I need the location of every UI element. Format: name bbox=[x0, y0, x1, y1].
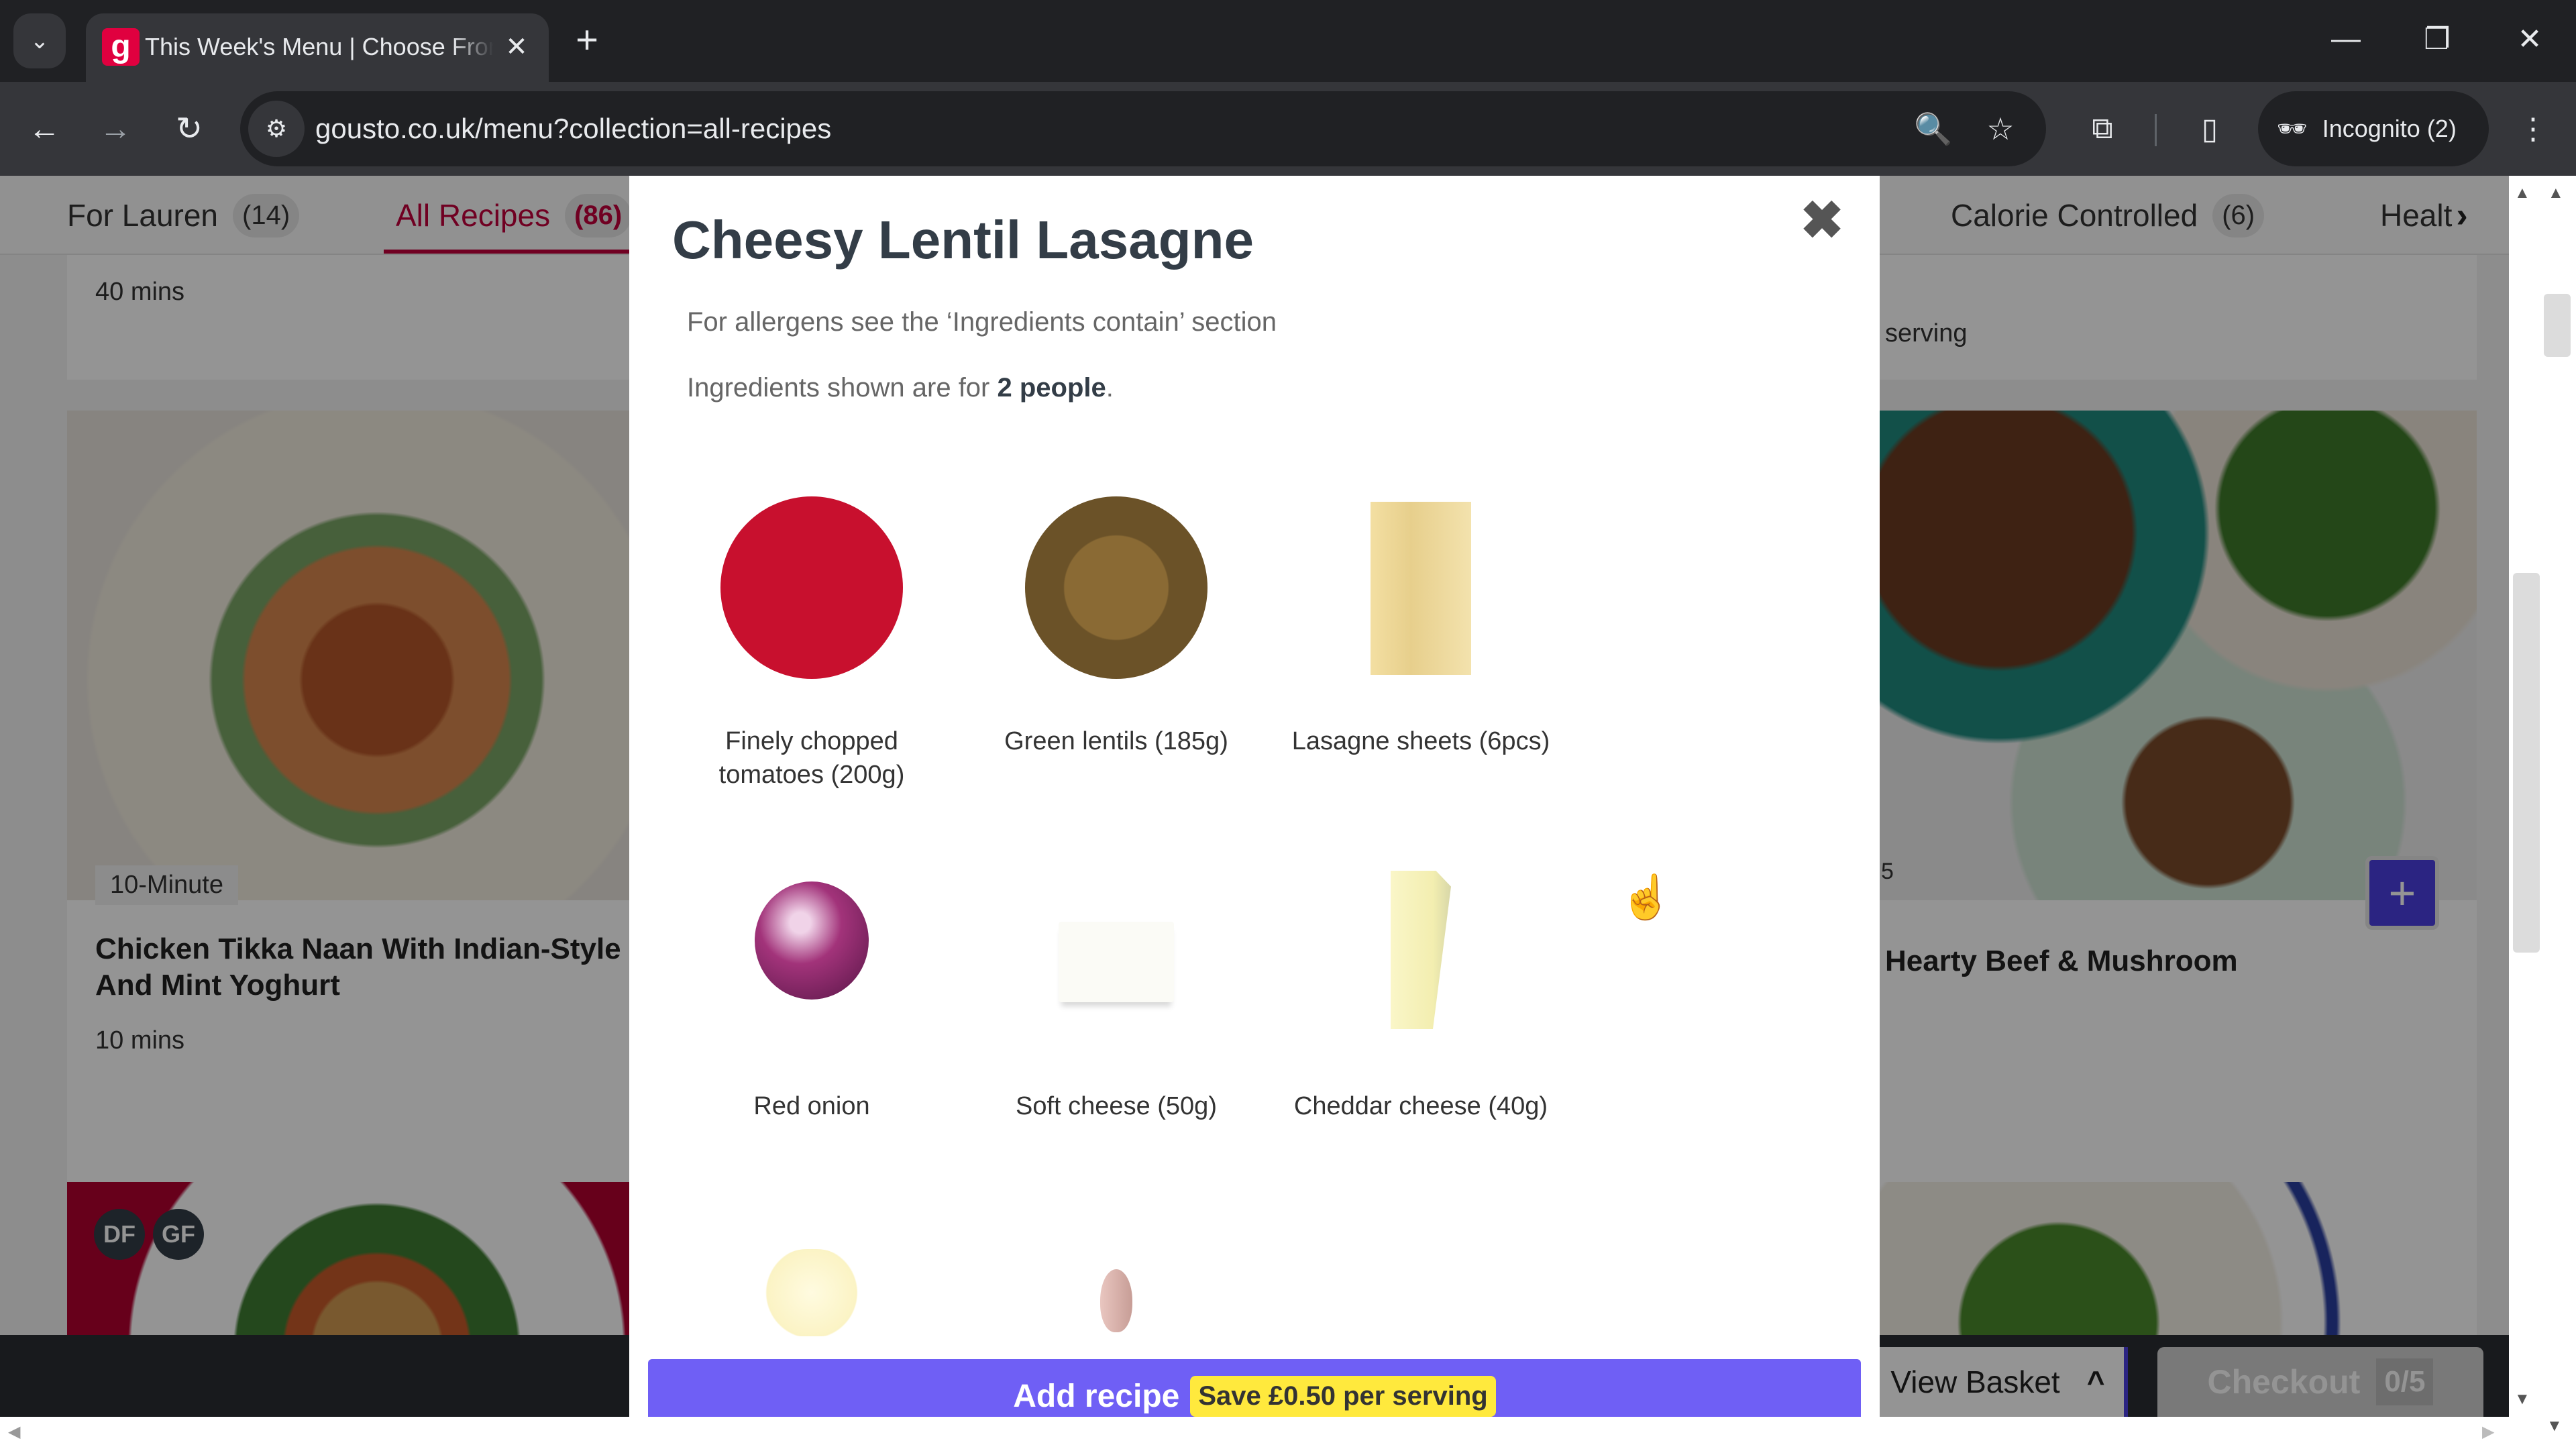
ingredient-name: Cheddar cheese (40g) bbox=[1293, 1092, 1548, 1120]
tomato-bowl-icon bbox=[720, 496, 903, 679]
add-recipe-label: Add recipe bbox=[1013, 1378, 1180, 1414]
incognito-icon: 🕶 bbox=[2277, 115, 2308, 142]
back-icon[interactable]: ← bbox=[16, 101, 72, 157]
vertical-scrollbar[interactable]: ▲ ▲ ▼ bbox=[2509, 176, 2576, 1417]
browser-tab-active[interactable]: g This Week's Menu | Choose From ✕ bbox=[86, 13, 549, 82]
hand-cursor-icon: ☝ bbox=[1619, 873, 1673, 921]
close-icon[interactable]: ✖ bbox=[1795, 191, 1849, 250]
cheddar-cheese-icon bbox=[1391, 871, 1451, 1029]
ingredient-name: Soft cheese (50g) bbox=[1016, 1092, 1217, 1120]
add-recipe-button[interactable]: Add recipe Save £0.50 per serving bbox=[648, 1359, 1861, 1417]
scrollbar-thumb[interactable] bbox=[2513, 573, 2540, 953]
new-tab-button[interactable]: + bbox=[564, 16, 610, 63]
lentil-bowl-icon bbox=[1025, 496, 1208, 679]
ingredient-name: Green lentils (185g) bbox=[1004, 727, 1228, 755]
scroll-down-arrow-icon[interactable]: ▼ bbox=[2514, 1390, 2530, 1409]
minimize-icon[interactable]: — bbox=[2309, 12, 2383, 66]
servings-note-prefix: Ingredients shown are for bbox=[687, 373, 998, 402]
browser-titlebar: ⌄ g This Week's Menu | Choose From ✕ + —… bbox=[0, 0, 2576, 82]
extensions-icon[interactable]: ⧉ bbox=[2074, 101, 2131, 157]
incognito-button[interactable]: 🕶 Incognito (2) bbox=[2258, 91, 2489, 166]
scroll-down-arrow-icon[interactable]: ▼ bbox=[2546, 1417, 2563, 1436]
close-window-icon[interactable]: ✕ bbox=[2493, 12, 2567, 66]
lasagne-sheets-icon bbox=[1371, 502, 1471, 675]
zoom-icon[interactable]: 🔍 bbox=[1905, 101, 1962, 157]
tab-list-button[interactable]: ⌄ bbox=[13, 13, 66, 68]
modal-title: Cheesy Lentil Lasagne bbox=[672, 210, 1254, 270]
browser-menu-icon[interactable]: ⋮ bbox=[2505, 101, 2561, 157]
scroll-up-arrow-icon[interactable]: ▲ bbox=[2548, 184, 2564, 203]
scrollbar-thumb-inner[interactable] bbox=[2544, 294, 2571, 357]
servings-note-suffix: . bbox=[1106, 373, 1114, 402]
browser-toolbar: ← → ↻ ⚙ gousto.co.uk/menu?collection=all… bbox=[0, 82, 2576, 176]
tab-title: This Week's Menu | Choose From bbox=[145, 33, 494, 60]
close-tab-icon[interactable]: ✕ bbox=[498, 28, 535, 66]
restore-icon[interactable]: ❐ bbox=[2400, 12, 2474, 66]
scroll-left-arrow-icon[interactable]: ◀ bbox=[8, 1422, 20, 1442]
servings-note: Ingredients shown are for 2 people. bbox=[687, 373, 1114, 403]
recipe-detail-modal: Cheesy Lentil Lasagne ✖ For allergens se… bbox=[629, 176, 1880, 1417]
shallot-icon bbox=[1100, 1269, 1132, 1332]
page-viewport: For Lauren (14) All Recipes (86) Calorie… bbox=[0, 176, 2509, 1417]
horizontal-scrollbar[interactable]: ◀ ▶ ▼ bbox=[0, 1417, 2576, 1449]
ingredient-name: Red onion bbox=[753, 1092, 870, 1120]
side-panel-icon[interactable]: ▯ bbox=[2182, 101, 2238, 157]
scroll-up-arrow-icon[interactable]: ▲ bbox=[2514, 184, 2530, 203]
garlic-icon bbox=[765, 1249, 859, 1336]
gousto-favicon-icon: g bbox=[102, 28, 140, 66]
forward-icon[interactable]: → bbox=[87, 101, 144, 157]
address-bar[interactable]: ⚙ gousto.co.uk/menu?collection=all-recip… bbox=[240, 91, 2046, 166]
toolbar-divider bbox=[2155, 114, 2157, 146]
allergen-note: For allergens see the ‘Ingredients conta… bbox=[687, 307, 1277, 337]
scroll-right-arrow-icon[interactable]: ▶ bbox=[2482, 1422, 2494, 1442]
incognito-label: Incognito (2) bbox=[2322, 115, 2457, 142]
save-per-serving-badge: Save £0.50 per serving bbox=[1190, 1375, 1496, 1417]
site-info-icon[interactable]: ⚙ bbox=[248, 101, 305, 157]
bookmark-star-icon[interactable]: ☆ bbox=[1972, 101, 2029, 157]
red-onion-icon bbox=[755, 881, 869, 1000]
ingredient-name: Lasagne sheets (6pcs) bbox=[1291, 727, 1550, 755]
reload-icon[interactable]: ↻ bbox=[161, 101, 217, 157]
soft-cheese-icon bbox=[1059, 922, 1174, 1002]
url-text[interactable]: gousto.co.uk/menu?collection=all-recipes bbox=[315, 91, 831, 166]
chevron-down-icon: ⌄ bbox=[30, 28, 50, 54]
servings-count: 2 people bbox=[997, 373, 1106, 402]
ingredient-name: Finely chopped tomatoes (200g) bbox=[718, 727, 905, 789]
